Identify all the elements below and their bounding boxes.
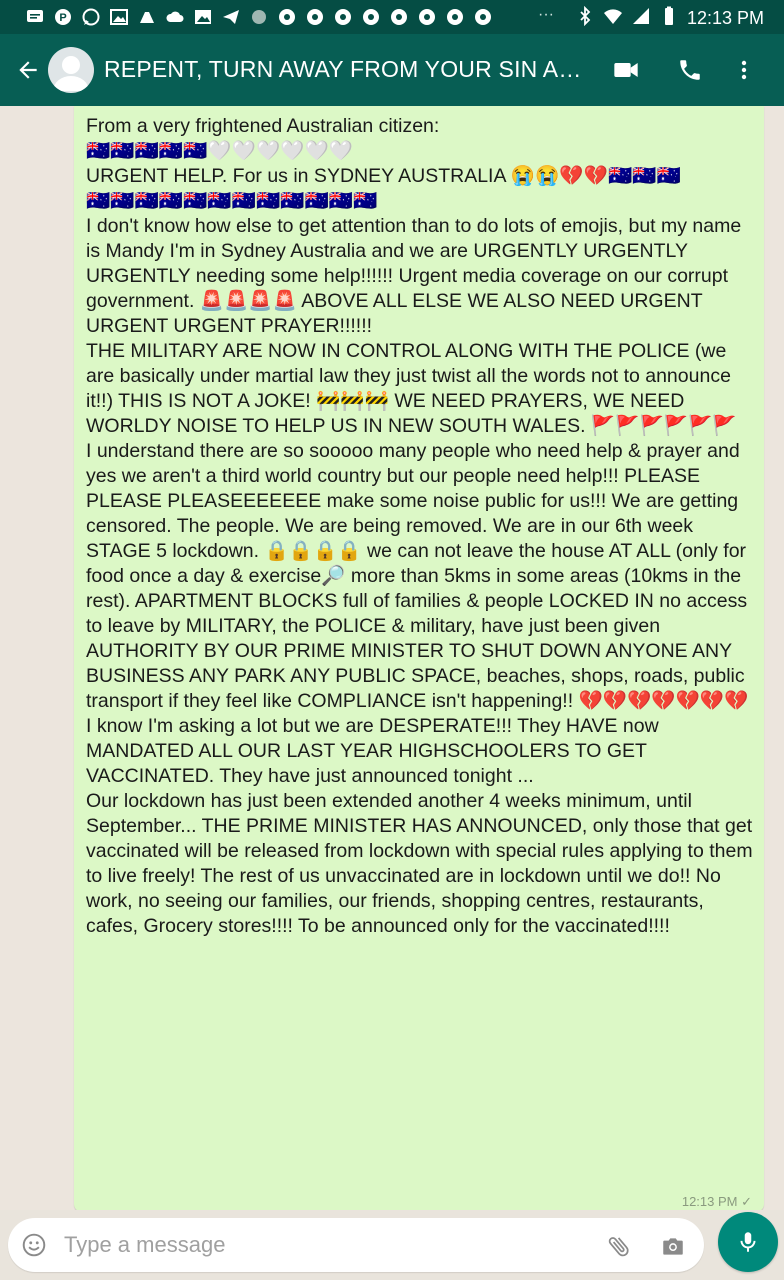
back-button[interactable] <box>10 52 46 88</box>
record-icon <box>416 6 438 28</box>
composer-bar <box>0 1210 784 1280</box>
whatsapp-icon <box>80 6 102 28</box>
message-text: From a very frightened Australian citize… <box>86 114 754 939</box>
record-icon <box>360 6 382 28</box>
chat-title[interactable]: REPENT, TURN AWAY FROM YOUR SIN AND... <box>104 56 584 83</box>
default-avatar-icon <box>53 56 89 91</box>
gallery-icon <box>108 6 130 28</box>
message-composer <box>8 1218 704 1272</box>
video-call-button[interactable] <box>608 52 644 88</box>
record-icon <box>304 6 326 28</box>
record-icon <box>276 6 298 28</box>
voice-message-button[interactable] <box>718 1212 778 1272</box>
more-vert-icon <box>741 60 747 80</box>
message-paragraph: 🇦🇺🇦🇺🇦🇺🇦🇺🇦🇺🇦🇺🇦🇺🇦🇺🇦🇺🇦🇺🇦🇺🇦🇺 <box>86 190 378 212</box>
message-icon <box>24 6 46 28</box>
message-paragraph: Our lockdown has just been extended anot… <box>86 790 759 937</box>
status-bar: P ··· 12:13 PM <box>0 0 784 34</box>
phone-icon <box>680 60 700 80</box>
record-icon <box>472 6 494 28</box>
paperclip-icon <box>608 1237 629 1257</box>
camera-icon <box>663 1238 683 1255</box>
emoji-button[interactable] <box>20 1231 48 1259</box>
status-time: 12:13 PM <box>686 8 764 28</box>
system-status: 12:13 PM <box>575 5 764 31</box>
more-options-button[interactable] <box>726 52 762 88</box>
dot-icon <box>248 6 270 28</box>
voice-call-button[interactable] <box>672 52 708 88</box>
signal-icon <box>631 6 651 31</box>
telegram-icon <box>220 6 242 28</box>
message-paragraph: THE MILITARY ARE NOW IN CONTROL ALONG WI… <box>86 340 737 437</box>
message-timestamp: 12:13 PM ✓ <box>681 1194 752 1209</box>
svg-text:P: P <box>59 12 66 24</box>
battery-icon <box>659 6 679 31</box>
record-icon <box>444 6 466 28</box>
microphone-icon <box>740 1232 756 1252</box>
chat-header: REPENT, TURN AWAY FROM YOUR SIN AND... <box>0 34 784 106</box>
robot-icon <box>136 6 158 28</box>
camera-button[interactable] <box>658 1231 688 1261</box>
attach-button[interactable] <box>604 1231 634 1261</box>
record-icon <box>332 6 354 28</box>
message-paragraph: From a very frightened Australian citize… <box>86 115 440 137</box>
wifi-icon <box>603 6 623 31</box>
chat-area[interactable]: From a very frightened Australian citize… <box>0 106 784 1210</box>
image-icon <box>192 6 214 28</box>
message-paragraph: 🇦🇺🇦🇺🇦🇺🇦🇺🇦🇺🤍🤍🤍🤍🤍🤍 <box>86 140 354 162</box>
contact-avatar[interactable] <box>48 47 94 93</box>
record-icon <box>388 6 410 28</box>
bluetooth-icon <box>575 5 595 31</box>
video-camera-icon <box>614 63 638 77</box>
back-arrow-icon <box>19 61 37 79</box>
message-paragraph: I don't know how else to get attention t… <box>86 215 747 337</box>
message-bubble[interactable]: From a very frightened Australian citize… <box>74 106 764 1210</box>
message-input[interactable] <box>64 1227 584 1263</box>
more-notifications-indicator: ··· <box>538 6 554 23</box>
message-paragraph: I understand there are so sooooo many pe… <box>86 440 754 787</box>
emoji-icon <box>22 1233 46 1257</box>
notification-icons: P <box>24 6 494 28</box>
cloud-icon <box>164 6 186 28</box>
message-paragraph: URGENT HELP. For us in SYDNEY AUSTRALIA … <box>86 165 681 187</box>
pinterest-icon: P <box>52 6 74 28</box>
